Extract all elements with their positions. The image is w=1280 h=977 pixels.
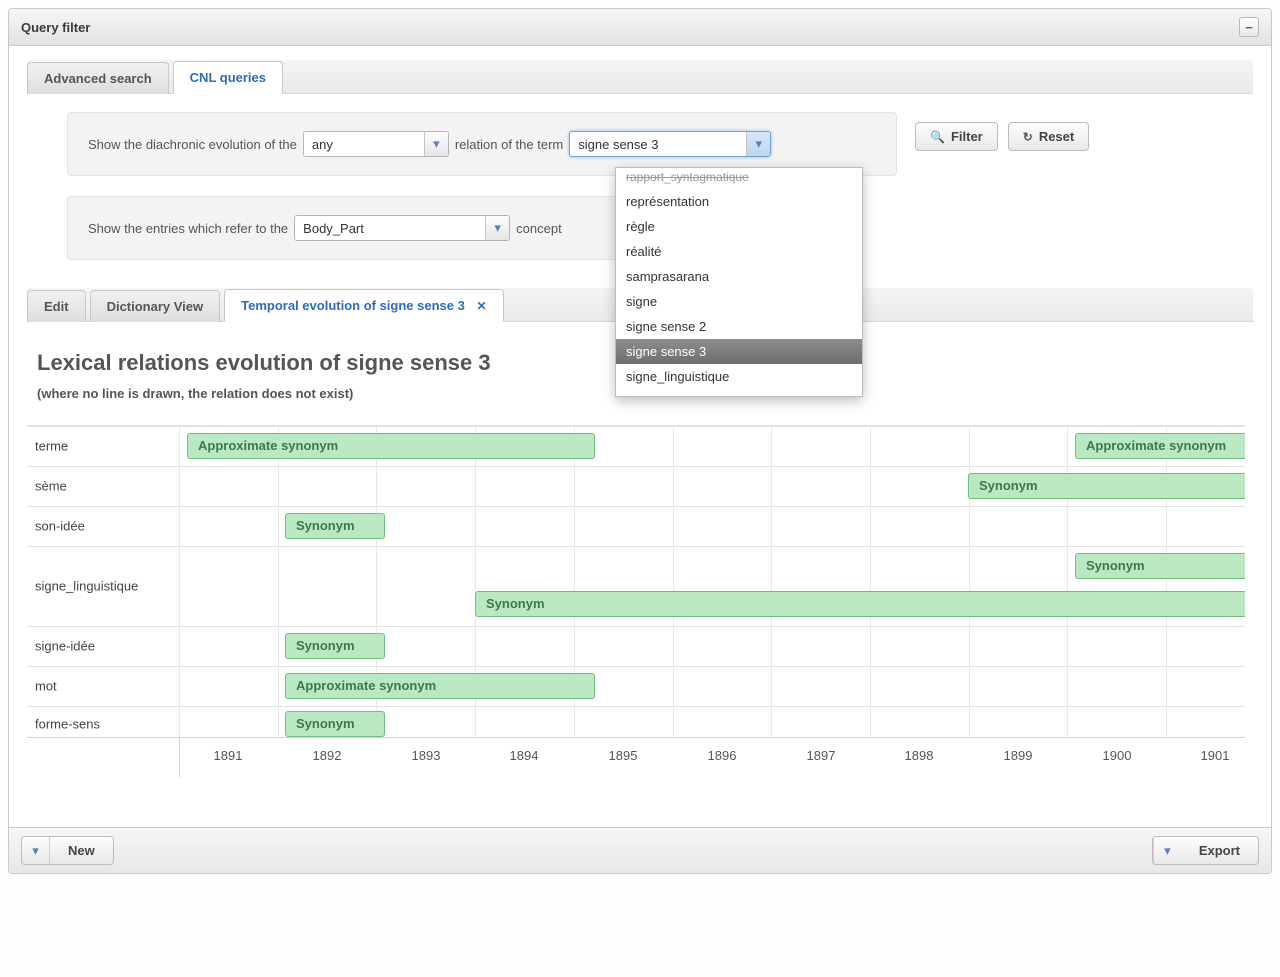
reset-button[interactable]: ↻Reset bbox=[1008, 122, 1089, 151]
term-combo[interactable]: ▾ bbox=[569, 131, 771, 157]
relation-bar[interactable]: Synonym bbox=[285, 513, 385, 539]
minus-icon: − bbox=[1245, 21, 1253, 34]
row-label: signe-idée bbox=[35, 639, 95, 654]
year-label: 1901 bbox=[1201, 748, 1230, 763]
gantt-chart: terme sème son-idée signe_linguistique s… bbox=[27, 425, 1245, 777]
concept-combo[interactable]: ▾ bbox=[294, 215, 510, 241]
relation-bar[interactable]: Synonym bbox=[968, 473, 1245, 499]
dropdown-option[interactable]: rapport_syntagmatique bbox=[616, 168, 862, 189]
export-button[interactable]: Export bbox=[1181, 837, 1258, 864]
gridline bbox=[179, 426, 180, 737]
year-label: 1895 bbox=[609, 748, 638, 763]
query1-mid: relation of the term bbox=[455, 137, 563, 152]
row-label: terme bbox=[35, 439, 68, 454]
tab-cnl-queries[interactable]: CNL queries bbox=[173, 61, 283, 94]
year-label: 1897 bbox=[807, 748, 836, 763]
collapse-button[interactable]: − bbox=[1239, 17, 1259, 37]
dropdown-option[interactable]: réalité bbox=[616, 239, 862, 264]
gridline bbox=[870, 426, 871, 737]
panel-header: Query filter − bbox=[9, 9, 1271, 46]
dropdown-option[interactable]: signe sense 2 bbox=[616, 314, 862, 339]
relation-combo[interactable]: ▾ bbox=[303, 131, 449, 157]
row-label: sème bbox=[35, 479, 67, 494]
dropdown-scroll[interactable]: rapport_syntagmatique représentation règ… bbox=[616, 168, 862, 397]
dropdown-option-selected[interactable]: signe sense 3 bbox=[616, 339, 862, 364]
relation-bar[interactable]: Synonym bbox=[285, 633, 385, 659]
tab-edit[interactable]: Edit bbox=[27, 290, 86, 322]
close-icon[interactable]: ✕ bbox=[476, 299, 486, 313]
row-label: forme-sens bbox=[35, 717, 100, 732]
query-concept-row: Show the entries which refer to the ▾ co… bbox=[67, 196, 627, 260]
tab-dictionary-view[interactable]: Dictionary View bbox=[90, 290, 221, 322]
year-label: 1893 bbox=[412, 748, 441, 763]
query1-prefix: Show the diachronic evolution of the bbox=[88, 137, 297, 152]
row-label: signe_linguistique bbox=[35, 579, 138, 594]
relation-bar[interactable]: Approximate synonym bbox=[1075, 433, 1245, 459]
row-label: mot bbox=[35, 679, 57, 694]
tab-advanced-search[interactable]: Advanced search bbox=[27, 62, 169, 94]
relation-bar[interactable]: Approximate synonym bbox=[285, 673, 595, 699]
tabstrip-top: Advanced search CNL queries bbox=[27, 60, 1253, 94]
chevron-down-icon[interactable]: ▾ bbox=[22, 837, 50, 864]
term-dropdown[interactable]: rapport_syntagmatique représentation règ… bbox=[615, 167, 863, 397]
app-panel: Query filter − Advanced search CNL queri… bbox=[8, 8, 1272, 874]
term-input[interactable] bbox=[570, 132, 746, 156]
dropdown-option[interactable]: signe_linguistique bbox=[616, 364, 862, 389]
relation-input[interactable] bbox=[304, 132, 424, 156]
chevron-down-icon[interactable]: ▾ bbox=[746, 132, 770, 156]
refresh-icon: ↻ bbox=[1023, 130, 1033, 144]
year-label: 1900 bbox=[1103, 748, 1132, 763]
year-label: 1891 bbox=[214, 748, 243, 763]
panel-title: Query filter bbox=[21, 20, 90, 35]
relation-bar[interactable]: Synonym bbox=[285, 711, 385, 737]
row-label: son-idée bbox=[35, 519, 85, 534]
query2-prefix: Show the entries which refer to the bbox=[88, 221, 288, 236]
new-button[interactable]: New bbox=[50, 837, 113, 864]
dropdown-option[interactable]: règle bbox=[616, 214, 862, 239]
tab-temporal-evolution[interactable]: Temporal evolution of signe sense 3 ✕ bbox=[224, 289, 503, 322]
search-icon: 🔍 bbox=[930, 130, 945, 144]
year-label: 1899 bbox=[1004, 748, 1033, 763]
bottom-toolbar: ▾ New ▾ Export bbox=[9, 827, 1271, 873]
dropdown-option[interactable]: samprasarana bbox=[616, 264, 862, 289]
dropdown-option[interactable]: signe bbox=[616, 289, 862, 314]
dropdown-option[interactable]: signifiant bbox=[616, 389, 862, 397]
relation-bar[interactable]: Synonym bbox=[475, 591, 1245, 617]
chevron-down-icon[interactable]: ▾ bbox=[424, 132, 448, 156]
gridline bbox=[771, 426, 772, 737]
year-label: 1894 bbox=[510, 748, 539, 763]
gridline bbox=[673, 426, 674, 737]
x-axis: 1891 1892 1893 1894 1895 1896 1897 1898 … bbox=[27, 737, 1245, 777]
concept-input[interactable] bbox=[295, 216, 485, 240]
new-split-button[interactable]: ▾ New bbox=[21, 836, 114, 865]
relation-bar[interactable]: Synonym bbox=[1075, 553, 1245, 579]
year-label: 1898 bbox=[905, 748, 934, 763]
gridline bbox=[278, 426, 279, 737]
query2-suffix: concept bbox=[516, 221, 562, 236]
chevron-down-icon[interactable]: ▾ bbox=[485, 216, 509, 240]
year-label: 1892 bbox=[313, 748, 342, 763]
year-label: 1896 bbox=[708, 748, 737, 763]
chevron-down-icon[interactable]: ▾ bbox=[1153, 837, 1181, 864]
panel-body: Advanced search CNL queries Show the dia… bbox=[9, 46, 1271, 787]
export-split-button[interactable]: ▾ Export bbox=[1152, 836, 1259, 865]
tab-temporal-label: Temporal evolution of signe sense 3 bbox=[241, 298, 465, 313]
chart-grid: terme sème son-idée signe_linguistique s… bbox=[27, 425, 1245, 737]
dropdown-option[interactable]: représentation bbox=[616, 189, 862, 214]
relation-bar[interactable]: Approximate synonym bbox=[187, 433, 595, 459]
filter-button[interactable]: 🔍Filter bbox=[915, 122, 998, 151]
